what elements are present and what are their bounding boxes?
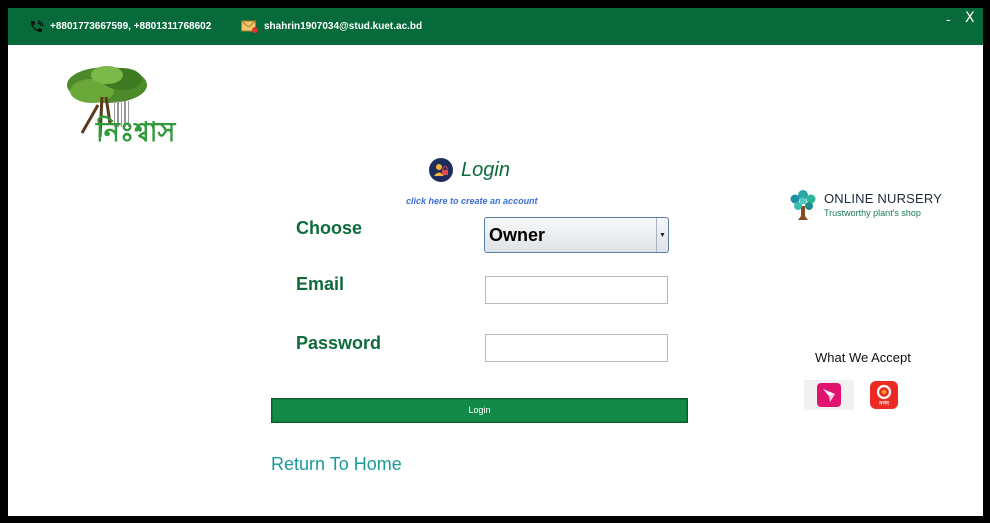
payments-title: What We Accept <box>815 350 911 365</box>
choose-label: Choose <box>296 218 363 238</box>
bkash-icon[interactable] <box>804 380 854 410</box>
email-contact: shahrin1907034@stud.kuet.ac.bd <box>241 8 422 45</box>
return-home-link[interactable]: Return To Home <box>271 454 402 475</box>
login-button[interactable]: Login <box>271 398 688 423</box>
password-field[interactable] <box>485 334 668 362</box>
email-label: Email <box>296 274 345 294</box>
email-address: shahrin1907034@stud.kuet.ac.bd <box>264 21 423 32</box>
envelope-icon <box>241 20 258 33</box>
phone-contact: +8801773667599, +8801311768602 <box>28 8 211 45</box>
close-button[interactable]: X <box>965 10 975 26</box>
phone-icon <box>30 19 44 32</box>
nishwas-logo: নিঃশ্বাস <box>67 66 176 143</box>
user-lock-icon <box>429 158 453 182</box>
logo-text: নিঃশ্বাস <box>95 115 176 143</box>
phone-numbers: +8801773667599, +8801311768602 <box>50 21 212 32</box>
contact-bar: +8801773667599, +8801311768602 shahrin19… <box>8 8 983 45</box>
tree-icon <box>790 190 816 220</box>
nagad-icon[interactable]: নগদ <box>868 380 900 410</box>
password-label: Password <box>296 333 382 353</box>
minimize-button[interactable]: - <box>946 11 951 27</box>
login-header: Login <box>429 158 510 182</box>
email-field[interactable] <box>485 276 668 304</box>
chevron-down-icon[interactable]: ▼ <box>656 218 668 252</box>
role-select[interactable]: Owner ▼ <box>484 217 669 253</box>
online-nursery-brand: ONLINE NURSERY Trustworthy plant's shop <box>788 186 942 222</box>
brand-name: ONLINE NURSERY <box>824 190 943 206</box>
nagad-label: নগদ <box>878 400 890 407</box>
brand-tagline: Trustworthy plant's shop <box>824 207 921 218</box>
login-title: Login <box>461 158 510 181</box>
app-window: +8801773667599, +8801311768602 shahrin19… <box>8 8 983 516</box>
role-select-value: Owner <box>489 224 546 245</box>
create-account-link[interactable]: click here to create an account <box>406 196 538 206</box>
